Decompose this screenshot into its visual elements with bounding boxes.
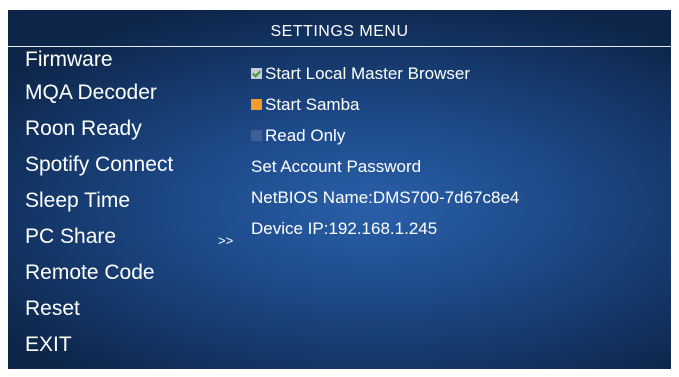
menu-item-sleep-time[interactable]: Sleep Time <box>25 183 173 219</box>
option-start-samba[interactable]: Start Samba <box>249 89 519 120</box>
checkbox-focused-icon[interactable] <box>251 99 262 110</box>
menu-item-exit[interactable]: EXIT <box>25 327 173 363</box>
checkbox-checked-icon[interactable] <box>251 68 262 79</box>
menu-item-roon-ready[interactable]: Roon Ready <box>25 111 173 147</box>
option-label: Start Local Master Browser <box>265 64 471 83</box>
netbios-name-value: NetBIOS Name:DMS700-7d67c8e4 <box>251 188 520 207</box>
menu-item-spotify-connect[interactable]: Spotify Connect <box>25 147 173 183</box>
menu-item-mqa-decoder[interactable]: MQA Decoder <box>25 75 173 111</box>
title-divider <box>8 46 671 47</box>
menu-item-reset[interactable]: Reset <box>25 291 173 327</box>
pc-share-panel: Start Local Master Browser Start Samba R… <box>249 58 519 244</box>
option-read-only[interactable]: Read Only <box>249 120 519 151</box>
selected-indicator-arrow: >> <box>218 233 234 248</box>
option-label: Read Only <box>265 126 346 145</box>
option-label: Start Samba <box>265 95 360 114</box>
option-start-local-master-browser[interactable]: Start Local Master Browser <box>249 58 519 89</box>
menu-item-remote-code[interactable]: Remote Code <box>25 255 173 291</box>
menu-item-pc-share[interactable]: PC Share <box>25 219 173 255</box>
menu-item-firmware[interactable]: Firmware <box>25 49 173 75</box>
checkbox-unchecked-icon[interactable] <box>251 130 262 141</box>
settings-screen: SETTINGS MENU Firmware MQA Decoder Roon … <box>8 10 671 369</box>
menu-title: SETTINGS MENU <box>270 23 409 40</box>
device-ip-value: Device IP:192.168.1.245 <box>251 219 438 238</box>
settings-menu-list: Firmware MQA Decoder Roon Ready Spotify … <box>25 49 173 363</box>
set-account-password-item[interactable]: Set Account Password <box>249 151 519 182</box>
